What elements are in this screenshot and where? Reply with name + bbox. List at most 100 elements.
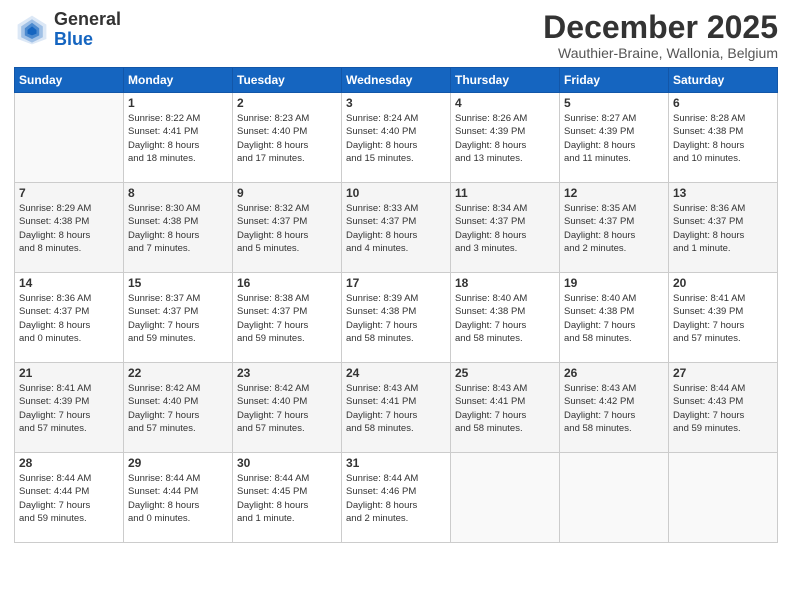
- day-info: Sunrise: 8:23 AMSunset: 4:40 PMDaylight:…: [237, 112, 337, 165]
- calendar-cell: 6 Sunrise: 8:28 AMSunset: 4:38 PMDaylight…: [669, 93, 778, 183]
- day-number: 20: [673, 276, 773, 290]
- header: General Blue December 2025 Wauthier-Brai…: [14, 10, 778, 61]
- calendar-cell: 29 Sunrise: 8:44 AMSunset: 4:44 PMDayligh…: [124, 453, 233, 543]
- calendar-week-row-0: 1 Sunrise: 8:22 AMSunset: 4:41 PMDaylight…: [15, 93, 778, 183]
- day-number: 24: [346, 366, 446, 380]
- col-saturday: Saturday: [669, 68, 778, 93]
- day-info: Sunrise: 8:43 AMSunset: 4:41 PMDaylight:…: [455, 382, 555, 435]
- day-number: 6: [673, 96, 773, 110]
- day-info: Sunrise: 8:40 AMSunset: 4:38 PMDaylight:…: [564, 292, 664, 345]
- col-sunday: Sunday: [15, 68, 124, 93]
- calendar-cell: 12 Sunrise: 8:35 AMSunset: 4:37 PMDayligh…: [560, 183, 669, 273]
- day-info: Sunrise: 8:37 AMSunset: 4:37 PMDaylight:…: [128, 292, 228, 345]
- day-info: Sunrise: 8:44 AMSunset: 4:46 PMDaylight:…: [346, 472, 446, 525]
- day-number: 12: [564, 186, 664, 200]
- day-info: Sunrise: 8:40 AMSunset: 4:38 PMDaylight:…: [455, 292, 555, 345]
- calendar-cell: 28 Sunrise: 8:44 AMSunset: 4:44 PMDayligh…: [15, 453, 124, 543]
- calendar-cell: 3Sunrise: 8:24 AMSunset: 4:40 PMDaylight…: [342, 93, 451, 183]
- day-number: 14: [19, 276, 119, 290]
- day-info: Sunrise: 8:30 AMSunset: 4:38 PMDaylight:…: [128, 202, 228, 255]
- day-info: Sunrise: 8:35 AMSunset: 4:37 PMDaylight:…: [564, 202, 664, 255]
- day-info: Sunrise: 8:29 AMSunset: 4:38 PMDaylight:…: [19, 202, 119, 255]
- calendar-cell: 20 Sunrise: 8:41 AMSunset: 4:39 PMDayligh…: [669, 273, 778, 363]
- calendar-cell: 27Sunrise: 8:44 AMSunset: 4:43 PMDayligh…: [669, 363, 778, 453]
- calendar-cell: 30Sunrise: 8:44 AMSunset: 4:45 PMDayligh…: [233, 453, 342, 543]
- day-info: Sunrise: 8:24 AMSunset: 4:40 PMDaylight:…: [346, 112, 446, 165]
- day-number: 16: [237, 276, 337, 290]
- calendar-cell: 24Sunrise: 8:43 AMSunset: 4:41 PMDayligh…: [342, 363, 451, 453]
- calendar-cell: 5 Sunrise: 8:27 AMSunset: 4:39 PMDaylight…: [560, 93, 669, 183]
- day-number: 11: [455, 186, 555, 200]
- logo: General Blue: [14, 10, 121, 50]
- calendar-cell: 8 Sunrise: 8:30 AMSunset: 4:38 PMDaylight…: [124, 183, 233, 273]
- calendar-cell: 11 Sunrise: 8:34 AMSunset: 4:37 PMDayligh…: [451, 183, 560, 273]
- day-info: Sunrise: 8:26 AMSunset: 4:39 PMDaylight:…: [455, 112, 555, 165]
- day-number: 7: [19, 186, 119, 200]
- calendar-cell: 23 Sunrise: 8:42 AMSunset: 4:40 PMDayligh…: [233, 363, 342, 453]
- day-info: Sunrise: 8:42 AMSunset: 4:40 PMDaylight:…: [237, 382, 337, 435]
- day-info: Sunrise: 8:44 AMSunset: 4:45 PMDaylight:…: [237, 472, 337, 525]
- day-info: Sunrise: 8:44 AMSunset: 4:44 PMDaylight:…: [128, 472, 228, 525]
- col-tuesday: Tuesday: [233, 68, 342, 93]
- calendar-week-row-4: 28 Sunrise: 8:44 AMSunset: 4:44 PMDayligh…: [15, 453, 778, 543]
- calendar-cell: 15 Sunrise: 8:37 AMSunset: 4:37 PMDayligh…: [124, 273, 233, 363]
- calendar-cell: 9 Sunrise: 8:32 AMSunset: 4:37 PMDaylight…: [233, 183, 342, 273]
- calendar-container: General Blue December 2025 Wauthier-Brai…: [0, 0, 792, 612]
- day-number: 4: [455, 96, 555, 110]
- day-info: Sunrise: 8:41 AMSunset: 4:39 PMDaylight:…: [19, 382, 119, 435]
- day-number: 28: [19, 456, 119, 470]
- calendar-cell: [560, 453, 669, 543]
- calendar-cell: [15, 93, 124, 183]
- calendar-cell: 4 Sunrise: 8:26 AMSunset: 4:39 PMDaylight…: [451, 93, 560, 183]
- day-info: Sunrise: 8:22 AMSunset: 4:41 PMDaylight:…: [128, 112, 228, 165]
- day-number: 8: [128, 186, 228, 200]
- calendar-week-row-1: 7 Sunrise: 8:29 AMSunset: 4:38 PMDaylight…: [15, 183, 778, 273]
- calendar-cell: [451, 453, 560, 543]
- day-info: Sunrise: 8:39 AMSunset: 4:38 PMDaylight:…: [346, 292, 446, 345]
- col-friday: Friday: [560, 68, 669, 93]
- day-number: 15: [128, 276, 228, 290]
- month-title: December 2025: [543, 10, 778, 45]
- day-number: 25: [455, 366, 555, 380]
- day-number: 2: [237, 96, 337, 110]
- day-info: Sunrise: 8:28 AMSunset: 4:38 PMDaylight:…: [673, 112, 773, 165]
- calendar-cell: 18 Sunrise: 8:40 AMSunset: 4:38 PMDayligh…: [451, 273, 560, 363]
- day-info: Sunrise: 8:44 AMSunset: 4:44 PMDaylight:…: [19, 472, 119, 525]
- calendar-cell: 14 Sunrise: 8:36 AMSunset: 4:37 PMDayligh…: [15, 273, 124, 363]
- calendar-cell: 17 Sunrise: 8:39 AMSunset: 4:38 PMDayligh…: [342, 273, 451, 363]
- day-number: 5: [564, 96, 664, 110]
- day-number: 19: [564, 276, 664, 290]
- day-info: Sunrise: 8:41 AMSunset: 4:39 PMDaylight:…: [673, 292, 773, 345]
- day-number: 23: [237, 366, 337, 380]
- day-number: 1: [128, 96, 228, 110]
- day-number: 17: [346, 276, 446, 290]
- calendar-cell: 22 Sunrise: 8:42 AMSunset: 4:40 PMDayligh…: [124, 363, 233, 453]
- col-monday: Monday: [124, 68, 233, 93]
- calendar-cell: 10Sunrise: 8:33 AMSunset: 4:37 PMDayligh…: [342, 183, 451, 273]
- day-info: Sunrise: 8:27 AMSunset: 4:39 PMDaylight:…: [564, 112, 664, 165]
- calendar-cell: 21 Sunrise: 8:41 AMSunset: 4:39 PMDayligh…: [15, 363, 124, 453]
- calendar-cell: 25 Sunrise: 8:43 AMSunset: 4:41 PMDayligh…: [451, 363, 560, 453]
- day-info: Sunrise: 8:42 AMSunset: 4:40 PMDaylight:…: [128, 382, 228, 435]
- day-number: 29: [128, 456, 228, 470]
- day-info: Sunrise: 8:38 AMSunset: 4:37 PMDaylight:…: [237, 292, 337, 345]
- logo-text: General Blue: [54, 10, 121, 50]
- calendar-cell: 19 Sunrise: 8:40 AMSunset: 4:38 PMDayligh…: [560, 273, 669, 363]
- col-thursday: Thursday: [451, 68, 560, 93]
- day-number: 13: [673, 186, 773, 200]
- calendar-cell: 16 Sunrise: 8:38 AMSunset: 4:37 PMDayligh…: [233, 273, 342, 363]
- col-wednesday: Wednesday: [342, 68, 451, 93]
- day-number: 18: [455, 276, 555, 290]
- calendar-cell: 31Sunrise: 8:44 AMSunset: 4:46 PMDayligh…: [342, 453, 451, 543]
- day-number: 22: [128, 366, 228, 380]
- day-info: Sunrise: 8:36 AMSunset: 4:37 PMDaylight:…: [673, 202, 773, 255]
- day-info: Sunrise: 8:32 AMSunset: 4:37 PMDaylight:…: [237, 202, 337, 255]
- day-number: 26: [564, 366, 664, 380]
- day-info: Sunrise: 8:34 AMSunset: 4:37 PMDaylight:…: [455, 202, 555, 255]
- day-number: 21: [19, 366, 119, 380]
- day-info: Sunrise: 8:36 AMSunset: 4:37 PMDaylight:…: [19, 292, 119, 345]
- calendar-cell: 1 Sunrise: 8:22 AMSunset: 4:41 PMDaylight…: [124, 93, 233, 183]
- day-number: 10: [346, 186, 446, 200]
- day-number: 9: [237, 186, 337, 200]
- calendar-cell: 7 Sunrise: 8:29 AMSunset: 4:38 PMDaylight…: [15, 183, 124, 273]
